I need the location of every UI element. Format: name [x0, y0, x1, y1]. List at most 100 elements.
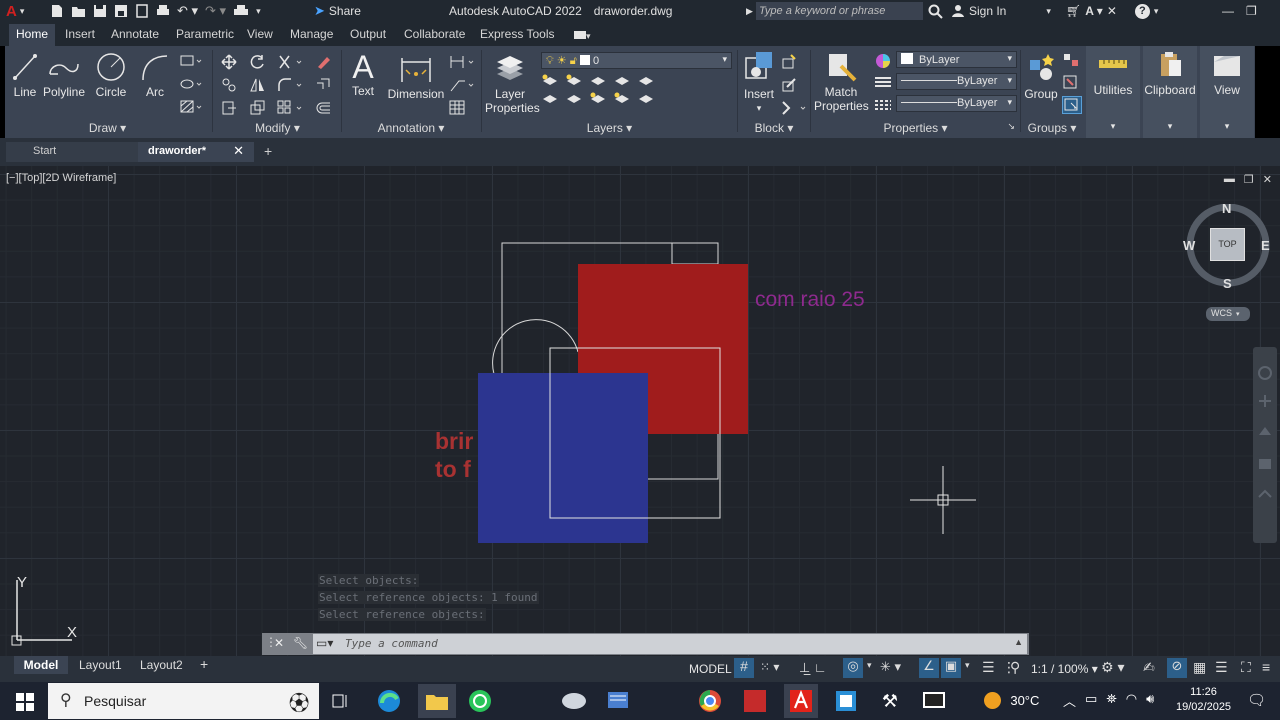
tab-manage[interactable]: Manage — [290, 27, 333, 41]
autodesk-app-icon[interactable]: A ▾ — [1085, 4, 1103, 18]
lineweight-dropdown[interactable]: ByLayer ▾ — [896, 73, 1017, 90]
annotation-panel-title[interactable]: Annotation ▾ — [343, 121, 479, 135]
red-annotation-text[interactable]: brir to f — [435, 427, 473, 483]
restore-icon[interactable]: ❐ — [1246, 4, 1257, 18]
lineweight-icon[interactable] — [874, 75, 892, 89]
match-properties-button[interactable]: Match Properties — [814, 52, 870, 113]
ellipse-icon[interactable] — [180, 77, 204, 90]
help-icon[interactable]: ? — [1134, 3, 1150, 19]
utilities-button[interactable]: Utilities ▾ — [1086, 46, 1140, 138]
tab-parametric[interactable]: Parametric — [176, 27, 234, 41]
compass-south[interactable]: S — [1223, 276, 1232, 291]
app-icon-4[interactable]: ⚒ — [876, 687, 904, 715]
search-icon[interactable] — [928, 3, 943, 19]
arc-button[interactable]: Arc — [137, 52, 173, 99]
app-icon-3[interactable] — [832, 687, 860, 715]
mirror-icon[interactable] — [249, 77, 267, 93]
draw-panel-title[interactable]: Draw ▾ — [5, 121, 210, 135]
minimize-icon[interactable]: — — [1222, 4, 1234, 18]
object-snap-toggle[interactable]: ▣ — [941, 658, 961, 678]
annotation-scale-icon[interactable]: ⚲ — [1010, 659, 1020, 676]
osnap-dropdown[interactable]: ▾ — [965, 660, 970, 671]
tab-layout1[interactable]: Layout1 — [79, 658, 122, 672]
tab-view[interactable]: View — [247, 27, 273, 41]
viewcube-top-face[interactable]: TOP — [1210, 228, 1245, 261]
whatsapp-icon[interactable] — [466, 687, 494, 715]
snap-toggle[interactable]: ⁙ ▾ — [760, 660, 779, 674]
weather-widget[interactable]: 30°C — [984, 692, 1039, 709]
status-customize-icon[interactable]: ≡ — [1262, 659, 1270, 675]
command-prompt-icon[interactable]: ▭▾ — [316, 636, 333, 650]
explode-icon[interactable] — [315, 77, 333, 93]
tab-layout2[interactable]: Layout2 — [140, 658, 183, 672]
task-view-icon[interactable] — [327, 687, 355, 715]
print-icon[interactable] — [233, 4, 249, 18]
file-explorer-icon[interactable] — [418, 684, 456, 718]
autocad-taskbar-icon[interactable] — [784, 684, 818, 718]
table-icon[interactable] — [449, 100, 467, 116]
trim-icon[interactable] — [277, 54, 303, 70]
app-icon-1[interactable] — [560, 687, 588, 715]
drawing-tab[interactable]: draworder* ✕ — [138, 142, 254, 162]
object-snap-tracking-toggle[interactable]: ∠ — [919, 658, 939, 678]
dimension-button[interactable]: Dimension — [387, 52, 445, 101]
new-layout-icon[interactable]: + — [200, 656, 208, 672]
volume-icon[interactable]: 🔊︎ — [1146, 691, 1154, 710]
scale-icon[interactable] — [249, 100, 267, 116]
layer-tool-icons[interactable] — [541, 73, 661, 113]
fillet-icon[interactable] — [277, 77, 303, 93]
web-mobile-icon[interactable] — [135, 4, 149, 18]
edit-block-icon[interactable] — [781, 77, 799, 93]
sign-in-button[interactable]: Sign In ▾ — [951, 3, 1051, 19]
color-wheel-icon[interactable] — [874, 52, 892, 70]
qat-dropdown-icon[interactable]: ▾ — [256, 6, 261, 17]
insert-button[interactable]: Insert ▾ — [741, 50, 777, 115]
battery-icon[interactable]: ▭ — [1085, 691, 1097, 710]
app-icon-2[interactable] — [604, 687, 632, 715]
plot-icon[interactable] — [156, 4, 170, 18]
white-arc[interactable] — [492, 319, 579, 375]
linetype-dropdown[interactable]: ByLayer ▾ — [896, 95, 1017, 112]
navigation-bar-icons[interactable] — [1253, 347, 1277, 543]
groups-panel-title[interactable]: Groups ▾ — [1022, 121, 1082, 135]
chrome-browser-icon[interactable] — [696, 687, 724, 715]
command-close-icon[interactable]: ✕ — [274, 636, 284, 650]
start-tab[interactable]: Start — [6, 142, 138, 162]
drawing-viewport[interactable]: [−][Top][2D Wireframe] ▬ ❐ ✕ com raio 25… — [0, 166, 1280, 656]
search-input[interactable]: Type a keyword or phrase — [756, 2, 923, 20]
command-input[interactable]: ▭▾ Type a command ▲ — [313, 634, 1027, 654]
wifi-icon[interactable]: ◠ — [1126, 691, 1137, 710]
search-expand-icon[interactable]: ▶ — [746, 3, 753, 19]
app-menu-button[interactable]: A ▾ — [6, 3, 24, 20]
ungroup-icon[interactable] — [1062, 52, 1080, 68]
leader-icon[interactable] — [449, 77, 475, 93]
line-button[interactable]: Line — [11, 52, 39, 99]
compass-west[interactable]: W — [1183, 238, 1195, 253]
model-space-button[interactable]: MODEL — [689, 662, 732, 676]
move-icon[interactable] — [221, 54, 239, 70]
redo-icon[interactable]: ↷ ▾ — [205, 3, 226, 19]
linear-dim-icon[interactable] — [449, 54, 475, 70]
taskbar-clock[interactable]: 11:26 19/02/2025 — [1176, 685, 1231, 715]
share-button[interactable]: ➤ Share — [314, 3, 361, 19]
block-panel-title[interactable]: Block ▾ — [739, 121, 809, 135]
tab-collaborate[interactable]: Collaborate — [404, 27, 465, 41]
group-button[interactable]: Group — [1024, 52, 1058, 101]
color-dropdown[interactable]: ByLayer ▾ — [896, 51, 1017, 68]
erase-icon[interactable] — [315, 54, 333, 70]
layers-panel-title[interactable]: Layers ▾ — [483, 121, 736, 135]
lineweight-toggle[interactable]: ☰ — [982, 659, 995, 676]
collab-icon[interactable]: ✕ — [1107, 4, 1117, 18]
white-corner-lines[interactable] — [671, 243, 718, 265]
solidworks-icon[interactable] — [741, 687, 769, 715]
grid-toggle[interactable]: # — [734, 658, 754, 678]
offset-icon[interactable] — [315, 100, 333, 116]
taskbar-search-box[interactable]: ⚲ Pesquisar ⚽︎ — [48, 683, 319, 719]
circle-button[interactable]: Circle — [93, 52, 129, 99]
copy-icon[interactable] — [221, 77, 239, 93]
drawing-canvas[interactable] — [0, 166, 1280, 656]
isolate-objects-toggle[interactable]: ⊘ — [1167, 658, 1187, 678]
rotate-icon[interactable] — [249, 54, 267, 70]
purple-annotation-text[interactable]: com raio 25 — [755, 288, 865, 312]
group-selection-toggle[interactable] — [1062, 96, 1082, 114]
